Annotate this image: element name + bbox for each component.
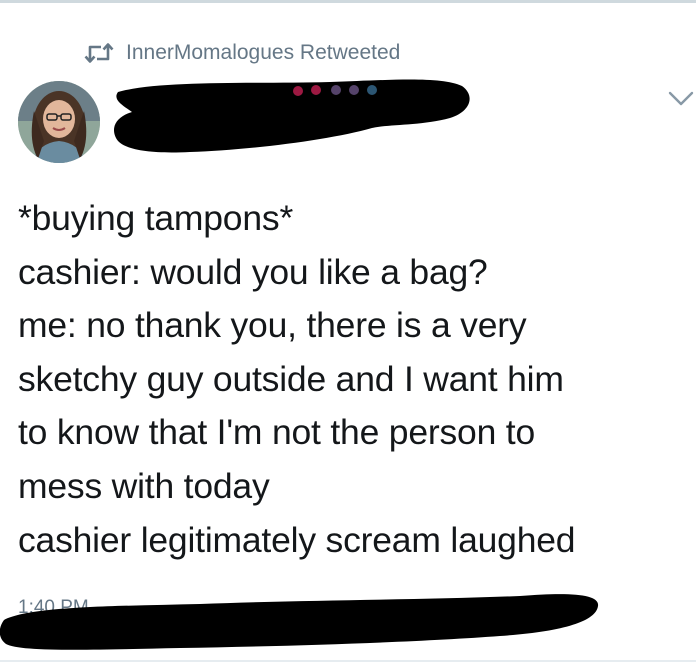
bottom-divider [0,660,696,662]
avatar[interactable] [18,81,100,163]
top-divider [0,0,696,3]
tweet-line: cashier legitimately scream laughed [18,519,576,560]
chevron-down-icon[interactable] [668,90,694,108]
tweet-line: mess with today [18,465,270,506]
retweet-icon [84,43,114,63]
tweet-line: sketchy guy outside and I want him [18,358,564,399]
avatar-image [18,81,100,163]
tweet-line: cashier: would you like a bag? [18,251,488,292]
tweet-text: *buying tampons* cashier: would you like … [18,192,694,567]
tweet-timestamp[interactable]: 1:40 PM [18,597,89,619]
tweet-line: me: no thank you, there is a very [18,305,527,346]
tweet-line: to know that I'm not the person to [18,412,535,453]
retweet-context[interactable]: InnerMomalogues Retweeted [84,38,400,68]
tweet-line: *buying tampons* [18,198,294,238]
retweeted-by-label: InnerMomalogues Retweeted [126,41,401,64]
